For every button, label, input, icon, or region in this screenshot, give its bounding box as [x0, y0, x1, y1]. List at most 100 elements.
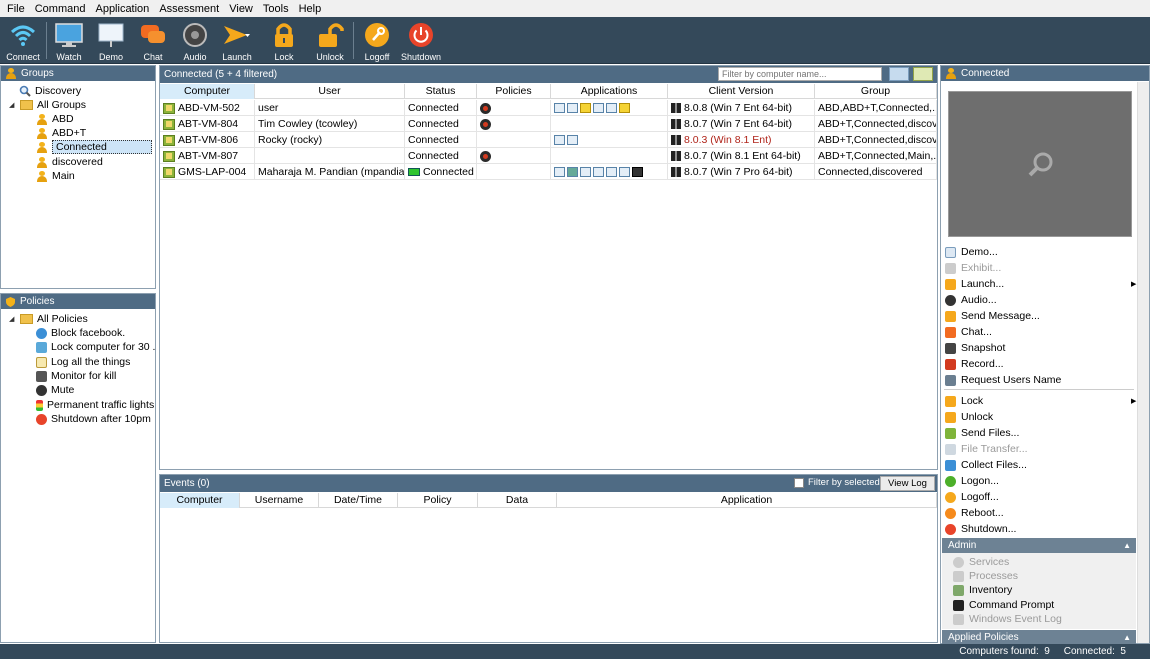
col-policy[interactable]: Policy [398, 493, 478, 508]
tree-item-all-policies[interactable]: ◢ All Policies [9, 312, 88, 326]
expand-triangle-icon[interactable]: ◢ [9, 102, 16, 109]
col-client-version[interactable]: Client Version [668, 84, 815, 99]
action-demo[interactable]: Demo... [945, 244, 998, 260]
action-logoff[interactable]: Logoff... [945, 489, 999, 505]
watch-button[interactable]: Watch [46, 17, 92, 64]
col-datetime[interactable]: Date/Time [319, 493, 398, 508]
action-launch[interactable]: Launch... [945, 276, 1004, 292]
computer-name: ABT-VM-807 [178, 150, 239, 162]
col-application[interactable]: Application [557, 493, 937, 508]
col-user[interactable]: User [255, 84, 405, 99]
computer-icon [163, 134, 175, 146]
menu-assessment[interactable]: Assessment [154, 3, 224, 15]
connect-button[interactable]: Connect [0, 17, 46, 64]
launch-button[interactable]: Launch [214, 17, 260, 64]
audio-button[interactable]: Audio [172, 17, 218, 64]
shutdown-button[interactable]: Shutdown [398, 17, 444, 64]
tree-item-connected[interactable]: Connected [36, 140, 152, 154]
action-audio[interactable]: Audio... [945, 292, 997, 308]
computer-filter-input[interactable] [718, 67, 882, 81]
tree-item-abd[interactable]: ABD [36, 112, 74, 126]
admin-section-header[interactable]: Admin ▲ [942, 538, 1136, 553]
action-file-transfer[interactable]: File Transfer... [945, 441, 1028, 457]
col-applications[interactable]: Applications [551, 84, 668, 99]
demo-button[interactable]: Demo [88, 17, 134, 64]
action-snapshot[interactable]: Snapshot [945, 340, 1005, 356]
chat-icon [141, 25, 165, 43]
action-send-files[interactable]: Send Files... [945, 425, 1019, 441]
policy-item[interactable]: Shutdown after 10pm [36, 412, 151, 426]
app-icon [619, 167, 630, 177]
col-data[interactable]: Data [478, 493, 557, 508]
tree-item-label: Main [52, 170, 75, 182]
collapse-icon[interactable]: ▲ [1123, 630, 1131, 644]
menu-application[interactable]: Application [90, 3, 154, 15]
version-text: 8.0.7 (Win 7 Ent 64-bit) [684, 118, 792, 130]
view-thumbnails-icon[interactable] [913, 67, 933, 81]
tree-item-all-groups[interactable]: ◢ All Groups [9, 98, 86, 112]
chat-button[interactable]: Chat [130, 17, 176, 64]
logoff-button[interactable]: Logoff [354, 17, 400, 64]
tree-item-discovery[interactable]: Discovery [19, 84, 81, 98]
lock-icon [275, 23, 293, 47]
action-exhibit[interactable]: Exhibit... [945, 260, 1001, 276]
applied-policies-header[interactable]: Applied Policies ▲ [942, 630, 1136, 644]
collapse-icon[interactable]: ▲ [1123, 538, 1131, 553]
menu-command[interactable]: Command [30, 3, 91, 15]
menu-view[interactable]: View [224, 3, 258, 15]
col-status[interactable]: Status [405, 84, 477, 99]
action-request-users-name[interactable]: Request Users Name [945, 372, 1061, 388]
computers-title: Connected (5 + 4 filtered) [164, 69, 278, 80]
action-collect-files[interactable]: Collect Files... [945, 457, 1027, 473]
view-details-icon[interactable] [889, 67, 909, 81]
tree-item-abd-t[interactable]: ABD+T [36, 126, 86, 140]
inventory-icon [953, 584, 964, 596]
computer-cell: ABT-VM-807 [160, 148, 255, 164]
action-shutdown[interactable]: Shutdown... [945, 521, 1016, 537]
policies-header: Policies [1, 294, 155, 309]
action-record[interactable]: Record... [945, 356, 1004, 372]
table-row[interactable]: ABT-VM-806 Rocky (rocky) Connected 8.0.3… [160, 132, 937, 148]
menu-help[interactable]: Help [294, 3, 327, 15]
unlock-button[interactable]: Unlock [307, 17, 353, 64]
app-icon [554, 103, 565, 113]
windows-icon [671, 167, 681, 177]
filter-checkbox[interactable] [794, 478, 804, 488]
action-reboot[interactable]: Reboot... [945, 505, 1004, 521]
policy-item[interactable]: Permanent traffic lights [36, 398, 154, 412]
action-lock[interactable]: Lock [945, 393, 983, 409]
view-log-button[interactable]: View Log [880, 476, 935, 491]
menu-bar: File Command Application Assessment View… [0, 0, 1150, 17]
col-group[interactable]: Group [815, 84, 937, 99]
policy-item[interactable]: Monitor for kill [36, 369, 116, 383]
table-row[interactable]: ABT-VM-807 Connected 8.0.7 (Win 8.1 Ent … [160, 148, 937, 164]
table-row[interactable]: ABT-VM-804 Tim Cowley (tcowley) Connecte… [160, 116, 937, 132]
tree-item-main[interactable]: Main [36, 169, 75, 183]
admin-windows-event-log[interactable]: Windows Event Log [953, 611, 1062, 627]
policies-cell [477, 116, 551, 132]
col-policies[interactable]: Policies [477, 84, 551, 99]
vertical-scrollbar[interactable] [1137, 82, 1149, 643]
policy-label: Log all the things [51, 356, 131, 368]
action-chat[interactable]: Chat... [945, 324, 992, 340]
table-row[interactable]: ABD-VM-502 user Connected 8.0.8 (Win 7 E… [160, 100, 937, 116]
col-computer[interactable]: Computer [160, 84, 255, 99]
col-computer[interactable]: Computer [160, 493, 240, 508]
action-unlock[interactable]: Unlock [945, 409, 993, 425]
tree-item-discovered[interactable]: discovered [36, 155, 103, 169]
user-cell [255, 148, 405, 164]
policy-item[interactable]: Block facebook. [36, 326, 125, 340]
menu-file[interactable]: File [2, 3, 30, 15]
menu-tools[interactable]: Tools [258, 3, 294, 15]
lock-button[interactable]: Lock [261, 17, 307, 64]
admin-inventory[interactable]: Inventory [953, 582, 1012, 598]
action-send-message[interactable]: Send Message... [945, 308, 1040, 324]
policy-item[interactable]: Log all the things [36, 355, 130, 369]
table-row[interactable]: GMS-LAP-004 Maharaja M. Pandian (mpandia… [160, 164, 937, 180]
action-logon[interactable]: Logon... [945, 473, 999, 489]
policy-item[interactable]: Mute [36, 383, 74, 397]
expand-triangle-icon[interactable]: ◢ [9, 316, 16, 323]
col-username[interactable]: Username [240, 493, 319, 508]
thumbnail-preview[interactable] [948, 91, 1132, 237]
policy-item[interactable]: Lock computer for 30 ... [36, 340, 155, 354]
